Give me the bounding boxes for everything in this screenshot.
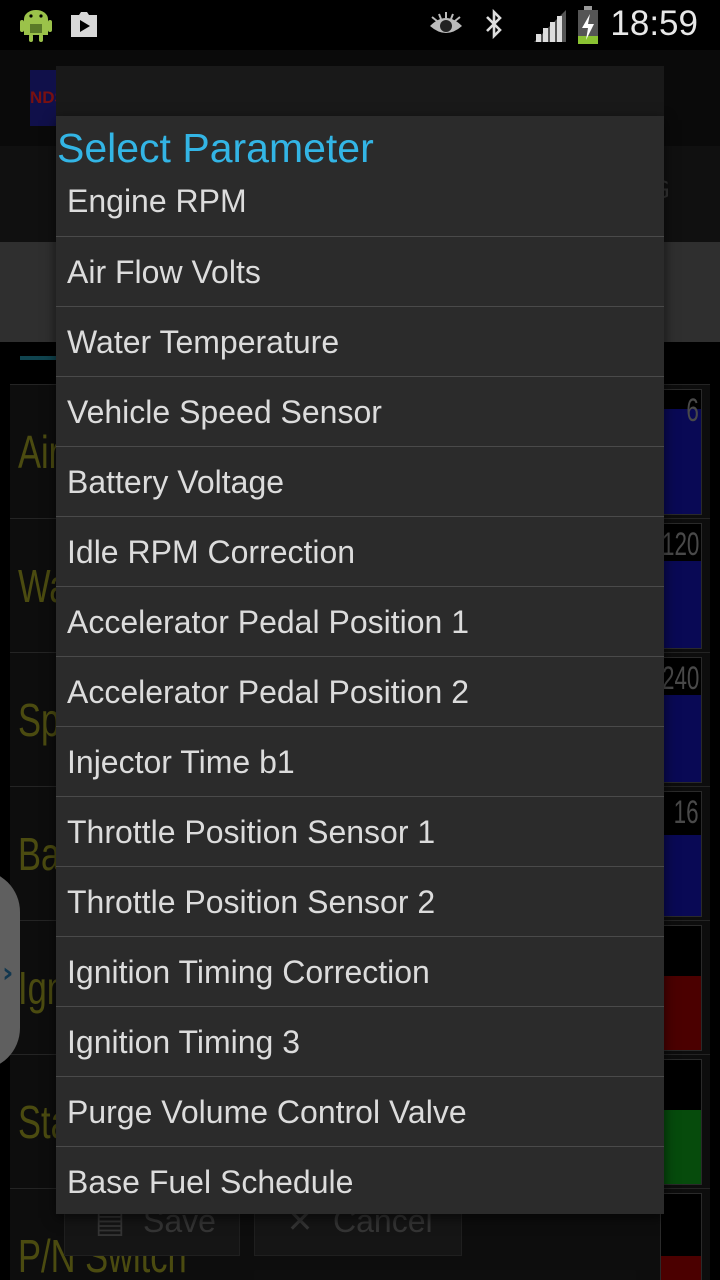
play-store-icon <box>68 8 100 44</box>
list-item[interactable]: Air Flow Volts <box>56 236 664 306</box>
list-item[interactable]: Engine RPM <box>56 166 664 236</box>
list-item-label: Accelerator Pedal Position 2 <box>67 674 469 710</box>
list-item[interactable]: Throttle Position Sensor 2 <box>56 866 664 936</box>
list-item-label: Engine RPM <box>67 183 247 219</box>
list-item[interactable]: Injector Time b1 <box>56 726 664 796</box>
list-item-label: Accelerator Pedal Position 1 <box>67 604 469 640</box>
list-item[interactable]: Idle RPM Correction <box>56 516 664 586</box>
list-item[interactable]: Battery Voltage <box>56 446 664 516</box>
android-debug-icon <box>20 7 52 47</box>
list-item-label: Throttle Position Sensor 1 <box>67 814 436 850</box>
battery-charging-icon <box>576 6 600 48</box>
list-item[interactable]: Base Fuel Schedule <box>56 1146 664 1214</box>
list-item[interactable]: Ignition Timing Correction <box>56 936 664 1006</box>
eye-icon <box>428 12 464 42</box>
list-item-label: Battery Voltage <box>67 464 285 500</box>
list-item[interactable]: Vehicle Speed Sensor <box>56 376 664 446</box>
clock: 18:59 <box>610 4 698 43</box>
list-item-label: Throttle Position Sensor 2 <box>67 884 436 920</box>
list-item-label: Water Temperature <box>67 324 340 360</box>
signal-icon <box>532 10 568 46</box>
status-bar: 18:59 <box>0 0 720 50</box>
list-item[interactable]: Accelerator Pedal Position 2 <box>56 656 664 726</box>
list-item-label: Ignition Timing 3 <box>67 1024 301 1060</box>
list-item[interactable]: Purge Volume Control Valve <box>56 1076 664 1146</box>
list-item-label: Injector Time b1 <box>67 744 295 780</box>
list-item-label: Vehicle Speed Sensor <box>67 394 382 430</box>
bluetooth-icon <box>484 8 504 44</box>
list-item-label: Ignition Timing Correction <box>67 954 430 990</box>
list-item[interactable]: Accelerator Pedal Position 1 <box>56 586 664 656</box>
list-item-label: Purge Volume Control Valve <box>67 1094 467 1130</box>
list-item[interactable]: Throttle Position Sensor 1 <box>56 796 664 866</box>
list-item-label: Idle RPM Correction <box>67 534 356 570</box>
list-item[interactable]: Ignition Timing 3 <box>56 1006 664 1076</box>
select-parameter-dialog: Select Parameter Engine RPM Air Flow Volt… <box>56 116 664 1214</box>
parameter-list[interactable]: Engine RPM Air Flow Volts Water Temperatur… <box>56 166 664 1214</box>
screen: 18:59 NDS G Air Flow Volts6Water Tempera… <box>0 0 720 1280</box>
list-item-label: Base Fuel Schedule <box>67 1164 354 1200</box>
list-item-label: Air Flow Volts <box>67 254 261 290</box>
list-item[interactable]: Water Temperature <box>56 306 664 376</box>
